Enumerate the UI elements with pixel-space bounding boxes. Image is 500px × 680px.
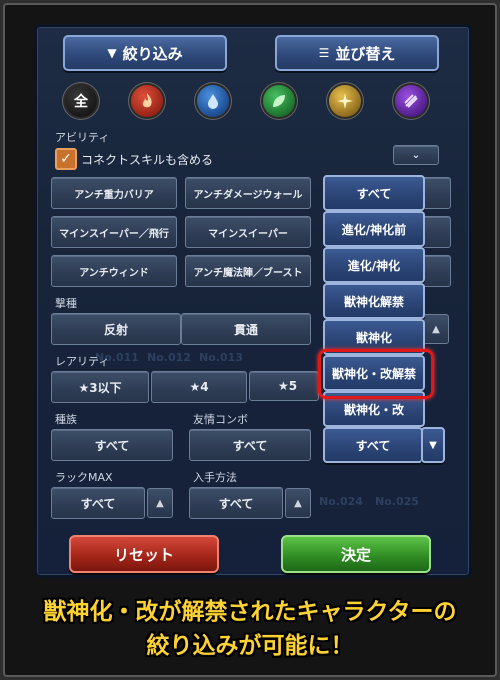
evolution-select[interactable]: すべて [323, 427, 423, 463]
bg-number: No.025 [375, 495, 419, 508]
sort-label: 並び替え [335, 44, 396, 63]
element-light-icon[interactable] [329, 85, 361, 117]
evolution-option-evolution[interactable]: 進化/神化 [323, 247, 425, 283]
luck-max-stepper[interactable]: ▲ [147, 488, 173, 518]
race-label: 種族 [55, 413, 77, 426]
evolution-option-all[interactable]: すべて [323, 175, 425, 211]
chevron-down-icon: ▼ [429, 439, 437, 451]
filter-panel: No.011 No.012 No.013 No.024 No.025 ▼ 絞り込… [34, 24, 472, 578]
ability-option[interactable]: アンチダメージウォール [185, 177, 311, 209]
evolution-option-beast-unlock[interactable]: 獣神化解禁 [323, 283, 425, 319]
strike-type-label: 撃種 [55, 297, 77, 310]
caption-highlight: 獣神化・改 [43, 599, 159, 625]
ability-option[interactable]: アンチウィンド [51, 255, 177, 287]
strike-pierce-button[interactable]: 貫通 [181, 313, 311, 345]
highlight-box [318, 349, 434, 399]
evolution-select-toggle[interactable]: ▼ [421, 427, 445, 463]
filter-button[interactable]: ▼ 絞り込み [63, 35, 227, 71]
chevron-up-icon: ▲ [432, 323, 440, 335]
acquisition-select[interactable]: すべて [189, 487, 283, 519]
rarity-option[interactable]: ★3以下 [51, 371, 149, 403]
bg-number: No.013 [199, 351, 243, 364]
caption-line-1: 獣神化・改が解禁されたキャラクターの [0, 592, 500, 626]
chevron-up-icon: ▲ [294, 497, 302, 509]
evolution-option-pre-evolution[interactable]: 進化/神化前 [323, 211, 425, 247]
strike-reflect-button[interactable]: 反射 [51, 313, 181, 345]
element-dark-icon[interactable] [395, 85, 427, 117]
element-all-icon[interactable]: 全 [65, 85, 97, 117]
bg-number: No.024 [319, 495, 363, 508]
caption-line-2: 絞り込みが可能に！ [146, 633, 354, 659]
collapse-ability-button[interactable]: ⌄ [393, 145, 439, 165]
decide-button[interactable]: 決定 [281, 535, 431, 573]
connect-skill-checkbox[interactable]: ✓ [55, 148, 77, 170]
ability-option[interactable]: マインスイーパー／飛行 [51, 216, 177, 248]
element-fire-icon[interactable] [131, 85, 163, 117]
sort-button[interactable]: ☰ 並び替え [275, 35, 439, 71]
sort-icon: ☰ [318, 46, 330, 60]
strike-scroll-button[interactable]: ▲ [423, 314, 449, 344]
connect-skill-label: コネクトスキルも含める [81, 153, 214, 167]
rarity-option[interactable]: ★5 [249, 371, 319, 401]
element-wood-icon[interactable] [263, 85, 295, 117]
funnel-icon: ▼ [107, 46, 117, 60]
filter-label: 絞り込み [122, 44, 183, 63]
race-select[interactable]: すべて [51, 429, 173, 461]
ability-option[interactable]: アンチ魔法陣／ブースト [185, 255, 311, 287]
reset-button[interactable]: リセット [69, 535, 219, 573]
rarity-option[interactable]: ★4 [151, 371, 247, 403]
ability-label: アビリティ [55, 131, 110, 144]
caption-rest: が解禁されたキャラクターの [158, 599, 457, 625]
element-water-icon[interactable] [197, 85, 229, 117]
ability-option[interactable]: マインスイーパー [185, 216, 311, 248]
acquisition-label: 入手方法 [193, 471, 237, 484]
bg-number: No.012 [147, 351, 191, 364]
ability-option[interactable]: アンチ重力バリア [51, 177, 177, 209]
check-icon: ✓ [60, 151, 72, 167]
acquisition-stepper[interactable]: ▲ [285, 488, 311, 518]
luck-max-label: ラックMAX [55, 471, 113, 484]
friendship-combo-select[interactable]: すべて [189, 429, 311, 461]
rarity-label: レアリティ [55, 355, 110, 368]
chevron-up-icon: ▲ [156, 497, 164, 509]
luck-max-select[interactable]: すべて [51, 487, 145, 519]
friendship-combo-label: 友情コンボ [193, 413, 248, 426]
chevron-down-icon: ⌄ [411, 149, 421, 161]
